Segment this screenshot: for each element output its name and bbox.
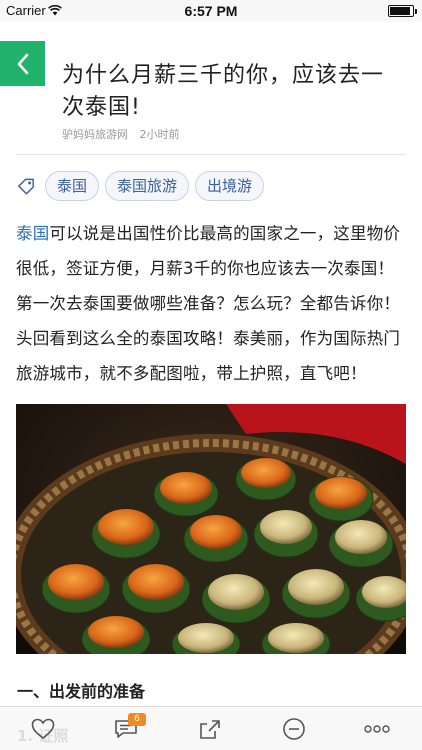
chevron-left-icon	[17, 53, 28, 74]
divider	[16, 154, 406, 155]
article-body-text: 可以说是出国性价比最高的国家之一，这里物价很低，签证方便，月薪3千的你也应该去一…	[16, 224, 401, 383]
heart-icon	[31, 718, 55, 740]
keyword-link-thailand[interactable]: 泰国	[16, 224, 49, 243]
back-button[interactable]	[0, 41, 45, 86]
status-time: 6:57 PM	[184, 3, 238, 19]
minus-circle-icon	[283, 718, 305, 740]
food-basket-illustration	[16, 404, 406, 654]
battery-icon	[388, 5, 417, 17]
tag-list: 泰国 泰国旅游 出境游	[45, 171, 265, 201]
tag-outbound-travel[interactable]: 出境游	[195, 171, 265, 201]
comment-count-badge: 6	[128, 713, 146, 726]
tag-thailand[interactable]: 泰国	[45, 171, 100, 201]
share-icon	[200, 720, 220, 739]
article-image	[16, 404, 406, 654]
article-title: 为什么月薪三千的你，应该去一次泰国!	[62, 63, 385, 120]
article-meta: 驴妈妈旅游网 2小时前	[62, 126, 180, 142]
article-time: 2小时前	[139, 128, 180, 141]
article-body: 泰国可以说是出国性价比最高的国家之一，这里物价很低，签证方便，月薪3千的你也应该…	[16, 216, 408, 391]
tag-icon	[18, 178, 34, 195]
more-icon	[364, 725, 390, 733]
reduce-font-button[interactable]	[272, 713, 316, 745]
bottom-toolbar: 1. 证照 6	[0, 706, 422, 750]
comment-button[interactable]: 6	[104, 713, 148, 745]
more-button[interactable]	[355, 713, 399, 745]
tag-thailand-travel[interactable]: 泰国旅游	[105, 171, 190, 201]
section-heading: 一、出发前的准备	[17, 682, 146, 701]
article-source: 驴妈妈旅游网	[62, 128, 128, 141]
status-bar: Carrier 6:57 PM	[0, 0, 422, 22]
like-button[interactable]	[21, 713, 65, 745]
share-button[interactable]	[188, 713, 232, 745]
